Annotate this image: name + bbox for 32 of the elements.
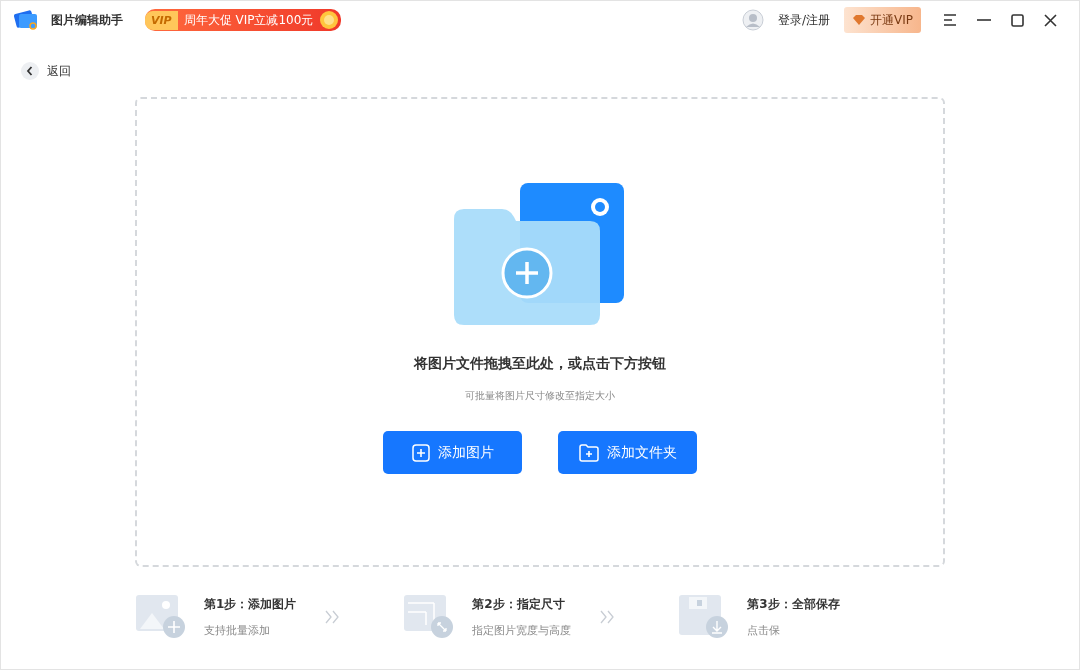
app-logo-icon — [13, 8, 39, 32]
promo-text: 周年大促 VIP立减100元 — [183, 11, 314, 29]
vip-badge: VIP — [145, 10, 178, 30]
vip-button[interactable]: 开通VIP — [844, 7, 921, 33]
double-chevron-icon — [324, 610, 341, 624]
back-icon[interactable] — [21, 62, 39, 80]
step-title: 第1步：添加图片 — [204, 596, 297, 613]
resize-icon — [404, 595, 455, 639]
step-description: 指定图片宽度与高度 — [472, 623, 572, 638]
drop-hint: 可批量将图片尺寸修改至指定大小 — [465, 389, 615, 403]
step-description: 点击保 — [747, 623, 782, 638]
maximize-icon[interactable] — [1011, 13, 1024, 27]
drop-zone[interactable]: 将图片文件拖拽至此处，或点击下方按钮 可批量将图片尺寸修改至指定大小 添加图片 添加文件夹 — [135, 97, 945, 567]
step-title: 第3步：全部保存 — [747, 596, 840, 613]
back-link[interactable]: 返回 — [47, 62, 71, 80]
drop-title: 将图片文件拖拽至此处，或点击下方按钮 — [414, 355, 666, 373]
login-link[interactable]: 登录/注册 — [777, 11, 830, 29]
step-description: 支持批量添加 — [204, 623, 271, 638]
plus-square-icon — [411, 443, 430, 462]
double-chevron-icon — [599, 610, 616, 624]
save-icon — [679, 595, 730, 639]
app-title: 图片编辑助手 — [51, 11, 123, 29]
image-add-icon — [136, 595, 186, 639]
promo-banner[interactable]: VIP 周年大促 VIP立减100元 — [145, 9, 342, 31]
diamond-icon — [852, 14, 866, 26]
step-title: 第2步：指定尺寸 — [472, 596, 566, 613]
coin-icon — [319, 10, 340, 30]
add-image-button[interactable]: 添加图片 — [383, 431, 522, 474]
menu-icon[interactable] — [943, 14, 957, 26]
close-icon[interactable] — [1044, 13, 1057, 27]
add-folder-button[interactable]: 添加文件夹 — [558, 431, 697, 474]
folder-plus-icon — [578, 443, 599, 462]
